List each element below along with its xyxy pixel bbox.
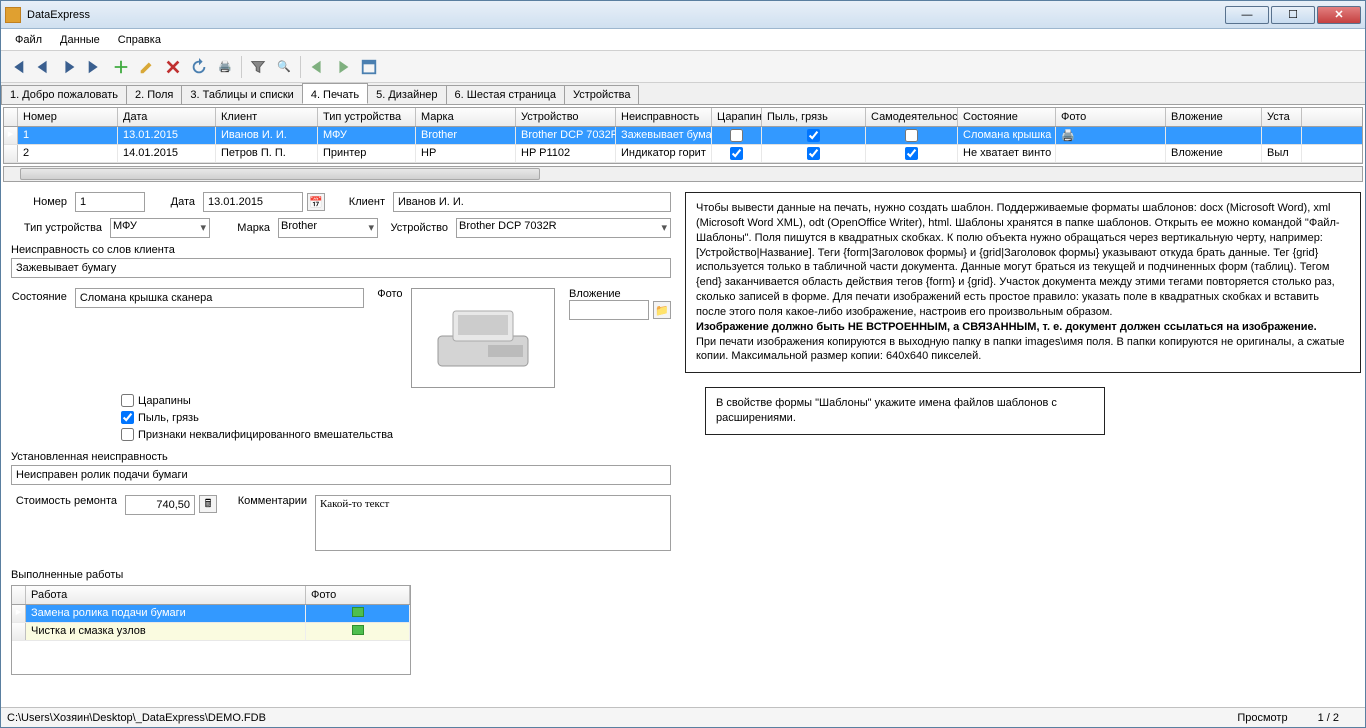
- label-found: Установленная неисправность: [11, 451, 671, 463]
- cost-field[interactable]: [125, 495, 195, 515]
- label-state: Состояние: [11, 288, 71, 303]
- grid-hscroll[interactable]: [3, 166, 1363, 182]
- grid-header[interactable]: Неисправность: [616, 108, 712, 126]
- dust-checkbox[interactable]: [121, 411, 134, 424]
- edit-icon[interactable]: [135, 55, 159, 79]
- table-row[interactable]: ▸113.01.2015Иванов И. И.МФУBrotherBrothe…: [4, 127, 1362, 145]
- grid-header[interactable]: Марка: [416, 108, 516, 126]
- minimize-button[interactable]: —: [1225, 6, 1269, 24]
- grid-header[interactable]: Фото: [1056, 108, 1166, 126]
- printer-icon: 🖨️: [1061, 130, 1075, 142]
- menubar: Файл Данные Справка: [1, 29, 1365, 51]
- nav-next-icon[interactable]: [57, 55, 81, 79]
- label-client: Клиент: [329, 196, 389, 208]
- status-path: C:\Users\Хозяин\Desktop\_DataExpress\DEM…: [7, 712, 266, 724]
- delete-icon[interactable]: [161, 55, 185, 79]
- label-tamper: Признаки неквалифицированного вмешательс…: [138, 429, 393, 441]
- menu-help[interactable]: Справка: [110, 32, 169, 48]
- attach-field[interactable]: [569, 300, 649, 320]
- state-field[interactable]: [75, 288, 364, 308]
- add-icon[interactable]: [109, 55, 133, 79]
- label-devtype: Тип устройства: [11, 222, 106, 234]
- help-box: Чтобы вывести данные на печать, нужно со…: [685, 192, 1361, 373]
- label-number: Номер: [11, 196, 71, 208]
- label-scratch: Царапины: [138, 395, 191, 407]
- tab-4[interactable]: 5. Дизайнер: [367, 85, 446, 104]
- label-works: Выполненные работы: [11, 569, 671, 581]
- works-subgrid[interactable]: Работа Фото ▸Замена ролика подачи бумаги…: [11, 585, 411, 675]
- works-row[interactable]: ▸Замена ролика подачи бумаги: [12, 605, 410, 623]
- grid-header[interactable]: Уста: [1262, 108, 1302, 126]
- fault-words-field[interactable]: [11, 258, 671, 278]
- tab-3[interactable]: 4. Печать: [302, 83, 368, 104]
- grid-header[interactable]: Устройство: [516, 108, 616, 126]
- grid-header[interactable]: Состояние: [958, 108, 1056, 126]
- label-cost: Стоимость ремонта: [11, 495, 121, 507]
- number-field[interactable]: [75, 192, 145, 212]
- label-fault-words: Неисправность со слов клиента: [11, 244, 671, 256]
- label-brand: Марка: [214, 222, 274, 234]
- tab-1[interactable]: 2. Поля: [126, 85, 182, 104]
- attach-browse-icon[interactable]: 📁: [653, 301, 671, 319]
- tab-0[interactable]: 1. Добро пожаловать: [1, 85, 127, 104]
- go-next-icon[interactable]: [331, 55, 355, 79]
- tab-5[interactable]: 6. Шестая страница: [446, 85, 565, 104]
- scratch-checkbox[interactable]: [121, 394, 134, 407]
- date-field[interactable]: [203, 192, 303, 212]
- grid-header[interactable]: Тип устройства: [318, 108, 416, 126]
- grid-header[interactable]: Пыль, грязь: [762, 108, 866, 126]
- tab-bar: 1. Добро пожаловать2. Поля3. Таблицы и с…: [1, 83, 1365, 105]
- works-row[interactable]: Чистка и смазка узлов: [12, 623, 410, 641]
- brand-select[interactable]: Brother: [278, 218, 378, 238]
- device-select[interactable]: Brother DCP 7032R: [456, 218, 671, 238]
- label-comments: Комментарии: [221, 495, 311, 507]
- grid-header[interactable]: Самодеятельнос: [866, 108, 958, 126]
- client-field[interactable]: [393, 192, 671, 212]
- go-prev-icon[interactable]: [305, 55, 329, 79]
- works-header-work: Работа: [26, 586, 306, 604]
- filter-icon[interactable]: [246, 55, 270, 79]
- maximize-button[interactable]: ☐: [1271, 6, 1315, 24]
- label-date: Дата: [149, 196, 199, 208]
- grid-header[interactable]: Клиент: [216, 108, 318, 126]
- menu-file[interactable]: Файл: [7, 32, 50, 48]
- found-field[interactable]: [11, 465, 671, 485]
- works-header-photo: Фото: [306, 586, 410, 604]
- tip-box: В свойстве формы "Шаблоны" укажите имена…: [705, 387, 1105, 435]
- label-dust: Пыль, грязь: [138, 412, 199, 424]
- layout-icon[interactable]: [357, 55, 381, 79]
- comments-field[interactable]: [315, 495, 671, 551]
- status-mode: Просмотр: [1237, 712, 1287, 724]
- calendar-icon[interactable]: 📅: [307, 193, 325, 211]
- grid-header[interactable]: Дата: [118, 108, 216, 126]
- nav-first-icon[interactable]: [5, 55, 29, 79]
- label-device: Устройство: [382, 222, 452, 234]
- menu-data[interactable]: Данные: [52, 32, 108, 48]
- refresh-icon[interactable]: [187, 55, 211, 79]
- label-photo: Фото: [368, 288, 407, 300]
- titlebar: DataExpress — ☐ ✕: [1, 1, 1365, 29]
- tab-2[interactable]: 3. Таблицы и списки: [181, 85, 302, 104]
- statusbar: C:\Users\Хозяин\Desktop\_DataExpress\DEM…: [1, 707, 1365, 727]
- grid-header[interactable]: Вложение: [1166, 108, 1262, 126]
- find-icon[interactable]: 🔍: [272, 55, 296, 79]
- grid-header[interactable]: Номер: [18, 108, 118, 126]
- calc-icon[interactable]: 🖩: [199, 495, 217, 513]
- nav-prev-icon[interactable]: [31, 55, 55, 79]
- label-attach: Вложение: [569, 288, 671, 300]
- records-grid[interactable]: НомерДатаКлиентТип устройстваМаркаУстрой…: [3, 107, 1363, 164]
- photo-box[interactable]: [411, 288, 555, 388]
- toolbar: 🖨️ 🔍: [1, 51, 1365, 83]
- window-title: DataExpress: [27, 9, 1225, 21]
- tab-6[interactable]: Устройства: [564, 85, 640, 104]
- app-icon: [5, 7, 21, 23]
- devtype-select[interactable]: МФУ: [110, 218, 210, 238]
- close-button[interactable]: ✕: [1317, 6, 1361, 24]
- tamper-checkbox[interactable]: [121, 428, 134, 441]
- status-pager: 1 / 2: [1318, 712, 1339, 724]
- table-row[interactable]: 214.01.2015Петров П. П.ПринтерHPHP P1102…: [4, 145, 1362, 163]
- nav-last-icon[interactable]: [83, 55, 107, 79]
- print-icon[interactable]: 🖨️: [213, 55, 237, 79]
- grid-header[interactable]: Царапины: [712, 108, 762, 126]
